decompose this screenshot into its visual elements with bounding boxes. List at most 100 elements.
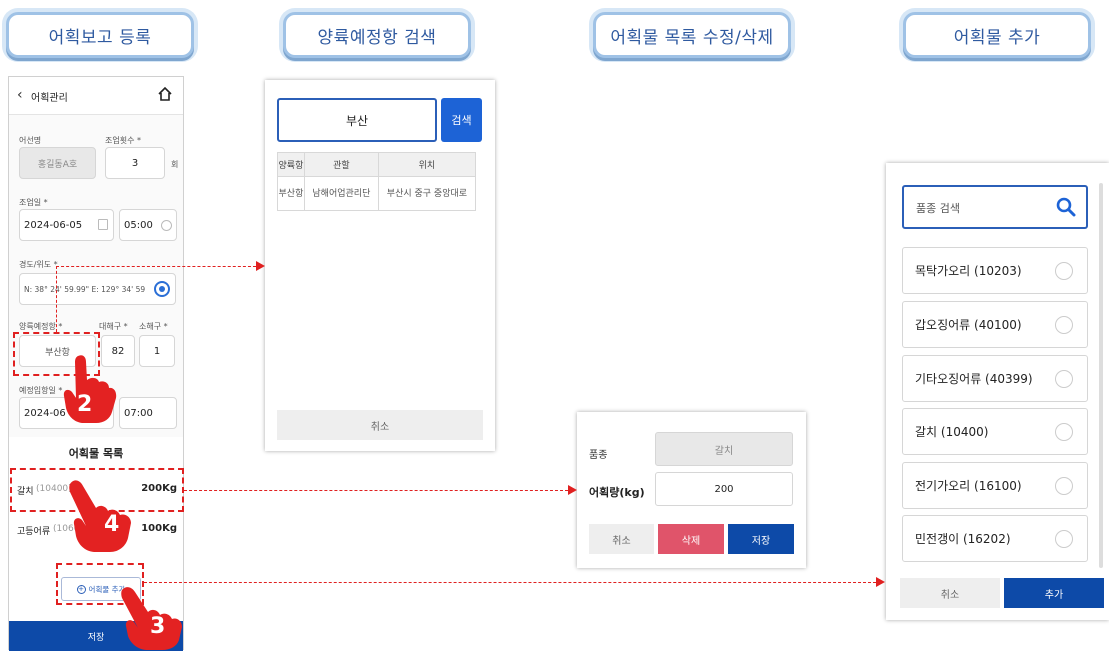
entry-time-field[interactable]: 07:00 [119,397,177,429]
vessel-label: 어선명 [19,136,42,145]
port-connector-vertical [56,266,57,332]
cell-location: 부산시 중구 중앙대로 [377,176,477,211]
delete-label: 삭제 [681,535,701,547]
zone-small-field[interactable]: 1 [139,335,175,367]
species-item-label: 전기가오리 (16100) [915,479,1022,493]
species-item-label: 민전갱이 (16202) [915,532,1011,546]
species-item-label: 기타오징어류 (40399) [915,372,1033,386]
col-header-location: 위치 [377,152,477,177]
table-row[interactable]: 부산항 남해어업관리단 부산시 중구 중앙대로 [277,176,477,211]
cell-jurisdiction: 남해어업관리단 [303,176,379,211]
time-value: 05:00 [124,219,153,231]
species-field: 갈치 [655,432,793,466]
app-header: ‹ 어획관리 [9,77,183,115]
radio-icon[interactable] [1055,530,1073,548]
radio-icon[interactable] [1055,316,1073,334]
time-field[interactable]: 05:00 [119,209,177,241]
step-header-catch-edit: 어획물 목록 수정/삭제 [593,12,791,58]
species-list-item[interactable]: 기타오징어류 (40399) [902,355,1088,402]
edit-cancel-label: 취소 [612,535,631,547]
species-list-item[interactable]: 전기가오리 (16100) [902,462,1088,509]
amount-label: 어획량(kg) [589,486,645,499]
step-number-4: 4 [104,512,120,537]
species-list-item[interactable]: 갈치 (10400) [902,408,1088,455]
add-cancel-button[interactable]: 취소 [900,578,1000,608]
date-field[interactable]: 2024-06-05 [19,209,114,241]
species-search-input[interactable]: 품종 검색 [902,185,1088,229]
species-list-item[interactable]: 민전갱이 (16202) [902,515,1088,562]
add-connector [144,582,876,583]
species-label: 품종 [589,450,608,461]
clock-icon [161,220,172,231]
search-icon[interactable] [1056,197,1076,217]
port-search-dialog: 부산 검색 양륙항 관할 위치 부산항 남해어업관리단 부산시 중구 중앙대로 … [265,80,495,451]
ops-count-field[interactable]: 3 [105,147,165,179]
coord-value: N: 38° 24' 59.99" E: 129° 34' 59 [24,284,146,294]
location-icon[interactable] [154,281,170,297]
date-label: 조업일 * [19,198,48,207]
add-confirm-label: 추가 [1044,589,1064,601]
arrow-to-port-search-icon [256,261,265,271]
table-header-row: 양륙항 관할 위치 [277,152,477,177]
col-header-port: 양륙항 [277,152,305,177]
edit-save-label: 저장 [751,535,771,547]
add-confirm-button[interactable]: 추가 [1004,578,1104,608]
species-list-item[interactable]: 갑오징어류 (40100) [902,301,1088,348]
zone-small-label: 소해구 * [139,322,168,331]
port-results-table: 양륙항 관할 위치 부산항 남해어업관리단 부산시 중구 중앙대로 [277,152,477,211]
vessel-field: 홍길동A호 [19,147,96,179]
species-search-placeholder: 품종 검색 [916,202,960,215]
col-header-jurisdiction: 관할 [303,152,379,177]
species-list-item[interactable]: 목탁가오리 (10203) [902,247,1088,294]
edit-cancel-button[interactable]: 취소 [589,524,654,554]
cell-port: 부산항 [277,176,305,211]
step-header-catch-add: 어획물 추가 [903,12,1091,58]
calendar-icon [98,219,108,230]
port-cancel-button[interactable]: 취소 [277,410,483,440]
port-search-button[interactable]: 검색 [441,98,482,142]
home-icon[interactable] [157,86,173,102]
port-search-value: 부산 [345,113,369,128]
pointing-hand-icon [69,480,131,552]
port-cancel-label: 취소 [370,421,390,433]
edit-save-button[interactable]: 저장 [728,524,794,554]
catch-item-name: 고등어류 [17,527,51,537]
radio-icon[interactable] [1055,423,1073,441]
species-item-label: 목탁가오리 (10203) [915,264,1022,278]
ops-count-unit: 회 [171,160,179,169]
scrollbar[interactable] [1099,183,1103,568]
page-title: 어획관리 [31,93,68,104]
date-value: 2024-06-05 [24,219,83,231]
coord-label: 경도/위도 * [19,260,58,269]
port-search-button-label: 검색 [451,114,472,127]
catch-add-dialog: 품종 검색 목탁가오리 (10203) 갑오징어류 (40100) 기타오징어류… [886,163,1109,620]
radio-icon[interactable] [1055,370,1073,388]
radio-icon[interactable] [1055,262,1073,280]
catch-list-title: 어획물 목록 [68,447,124,460]
zone-large-label: 대해구 * [99,322,128,331]
step-number-3: 3 [150,614,166,639]
add-cancel-label: 취소 [940,589,960,601]
species-item-label: 갈치 (10400) [915,425,989,439]
entry-label: 예정입항일 * [19,386,63,395]
entry-time-value: 07:00 [124,407,153,419]
radio-icon[interactable] [1055,477,1073,495]
back-icon[interactable]: ‹ [17,87,23,103]
arrow-to-catch-edit-icon [568,485,577,495]
arrow-to-catch-add-icon [876,577,885,587]
coord-field[interactable]: N: 38° 24' 59.99" E: 129° 34' 59 [19,273,176,305]
delete-button[interactable]: 삭제 [658,524,724,554]
port-search-input[interactable]: 부산 [277,98,437,142]
port-connector-horizontal [56,266,256,267]
save-label: 저장 [87,632,105,643]
edit-connector [184,490,568,491]
step-header-catch-report: 어획보고 등록 [6,12,194,58]
species-value: 갈치 [714,445,734,457]
amount-value: 200 [714,483,734,495]
step-number-2: 2 [77,392,93,417]
amount-field[interactable]: 200 [655,472,793,506]
catch-edit-dialog: 품종 갈치 어획량(kg) 200 취소 삭제 저장 [577,412,806,568]
species-item-label: 갑오징어류 (40100) [915,318,1022,332]
entry-date-value: 2024-06 [24,407,66,419]
step-header-port-search: 양륙예정항 검색 [283,12,471,58]
